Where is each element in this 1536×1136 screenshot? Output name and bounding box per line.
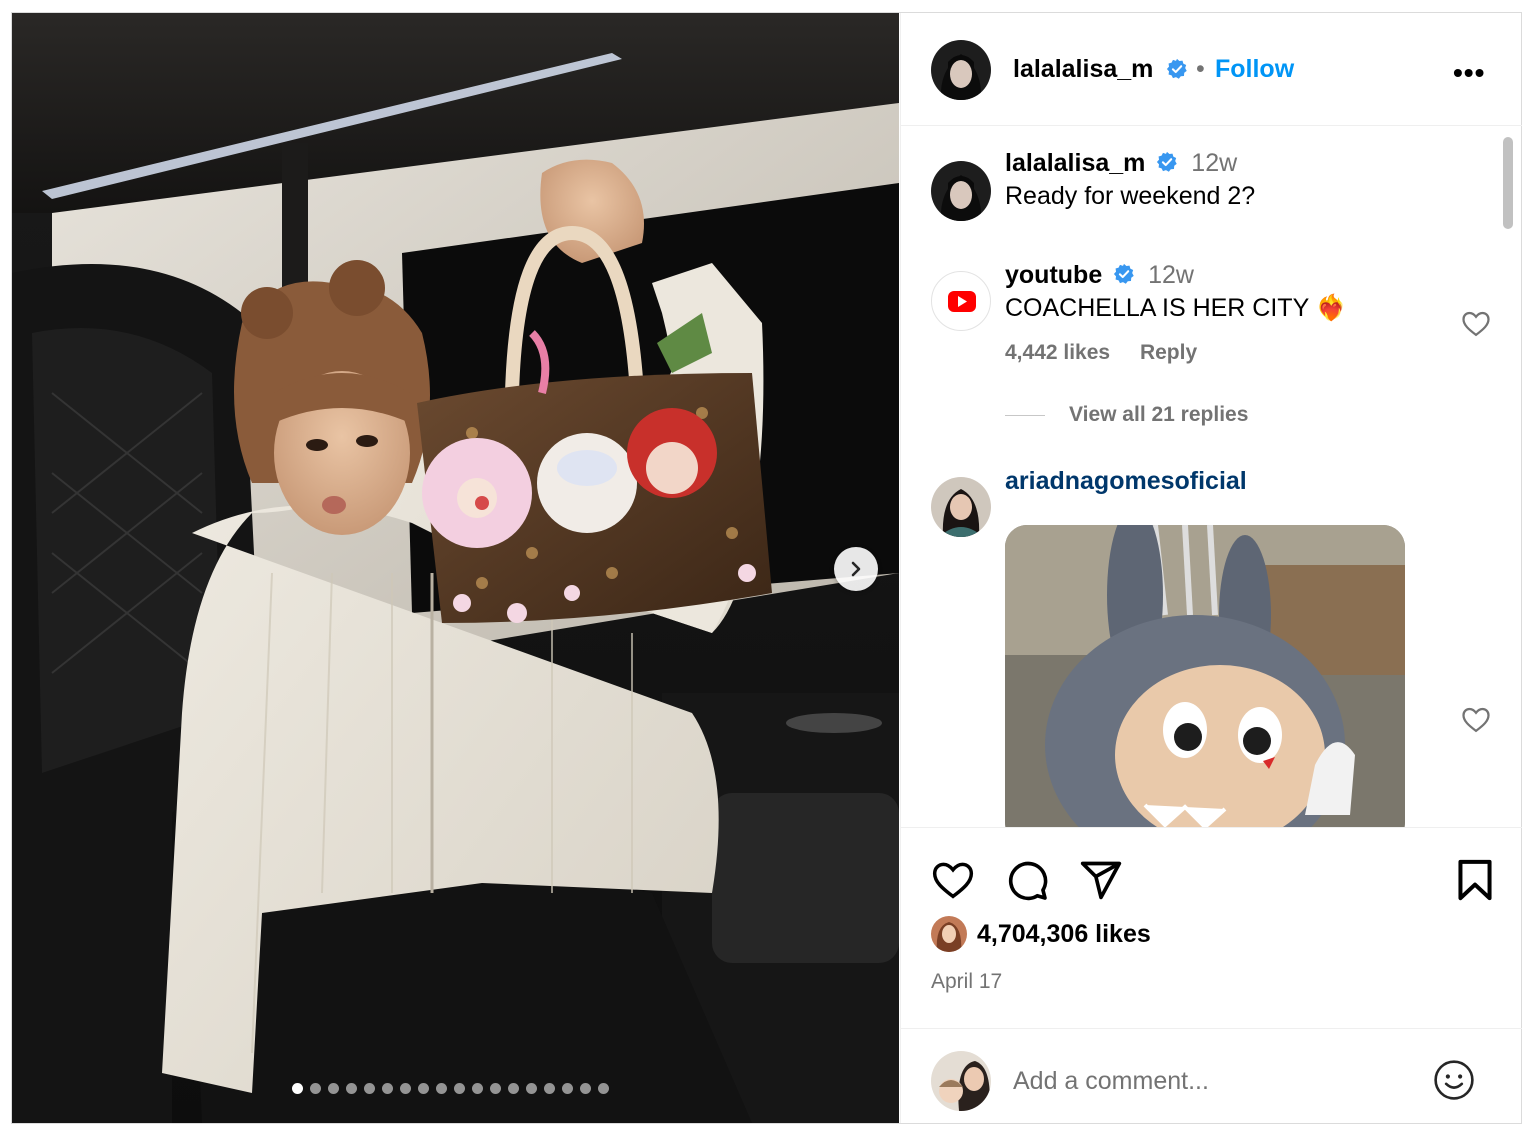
liker-avatar[interactable]: [931, 916, 967, 952]
comment-time[interactable]: 12w: [1148, 261, 1194, 289]
youtube-logo-icon: [948, 291, 976, 312]
comment-meta: 4,442 likes Reply: [1005, 341, 1465, 365]
header-separator: •: [1196, 55, 1205, 83]
post-media[interactable]: [12, 13, 899, 1123]
post-header: lalalalisa_m • Follow •••: [901, 13, 1522, 126]
slide-dot: [418, 1083, 429, 1094]
more-options-icon[interactable]: •••: [1453, 57, 1485, 89]
slide-dot: [526, 1083, 537, 1094]
comment-username[interactable]: youtube: [1005, 261, 1102, 289]
post-actions: 4,704,306 likes April 17: [901, 827, 1522, 1123]
slide-dot: [382, 1083, 393, 1094]
replies-rule: [1005, 414, 1045, 416]
slide-dot: [472, 1083, 483, 1094]
reply-button[interactable]: Reply: [1140, 341, 1197, 364]
emoji-icon[interactable]: [1433, 1059, 1475, 1101]
comment-gif[interactable]: [1005, 525, 1405, 827]
slide-dot: [310, 1083, 321, 1094]
caption-body: lalalalisa_m 12w Ready for weekend 2?: [1005, 149, 1465, 211]
like-comment-icon[interactable]: [1461, 309, 1491, 337]
bookmark-icon[interactable]: [1455, 858, 1495, 902]
caption-avatar[interactable]: [931, 161, 991, 221]
slide-dot: [364, 1083, 375, 1094]
author-username[interactable]: lalalalisa_m: [1013, 55, 1153, 84]
author-avatar[interactable]: [931, 40, 991, 100]
likes-count[interactable]: 4,704,306 likes: [977, 920, 1151, 949]
comments-list[interactable]: lalalalisa_m 12w Ready for weekend 2? yo…: [901, 127, 1522, 827]
comments-scrollbar[interactable]: [1499, 133, 1515, 827]
post-side-panel: lalalalisa_m • Follow ••• lalalalisa_m 1…: [900, 13, 1522, 1123]
comment-icon[interactable]: [1005, 858, 1049, 902]
post-modal: lalalalisa_m • Follow ••• lalalalisa_m 1…: [11, 12, 1522, 1124]
comment-text: COACHELLA IS HER CITY ❤️‍🔥: [1005, 294, 1347, 322]
scrollbar-thumb[interactable]: [1503, 137, 1513, 229]
slide-dot: [292, 1083, 303, 1094]
comment-username[interactable]: ariadnagomesoficial: [1005, 467, 1247, 495]
view-replies-label: View all 21 replies: [1069, 403, 1249, 426]
slide-dot: [544, 1083, 555, 1094]
caption-text: Ready for weekend 2?: [1005, 182, 1256, 210]
next-slide-button[interactable]: [834, 547, 878, 591]
view-replies-button[interactable]: View all 21 replies: [1005, 403, 1248, 427]
slide-indicator: [292, 1083, 609, 1094]
verified-badge-icon: [1114, 264, 1134, 285]
slide-dot: [328, 1083, 339, 1094]
comment-likes[interactable]: 4,442 likes: [1005, 341, 1110, 364]
youtube-avatar[interactable]: [931, 271, 991, 331]
slide-dot: [400, 1083, 411, 1094]
slide-dot: [598, 1083, 609, 1094]
commenter-avatar[interactable]: [931, 477, 991, 537]
slide-dot: [580, 1083, 591, 1094]
caption-username[interactable]: lalalalisa_m: [1005, 149, 1145, 177]
add-comment-input[interactable]: [1013, 1067, 1403, 1096]
heart-icon[interactable]: [931, 858, 975, 900]
comment-body: youtube 12w COACHELLA IS HER CITY ❤️‍🔥 4…: [1005, 261, 1465, 365]
caption-time[interactable]: 12w: [1191, 149, 1237, 177]
share-icon[interactable]: [1079, 858, 1123, 902]
follow-button[interactable]: Follow: [1215, 55, 1294, 84]
slide-dot: [508, 1083, 519, 1094]
post-photo: [12, 13, 899, 1123]
slide-dot: [562, 1083, 573, 1094]
verified-badge-icon: [1157, 152, 1178, 173]
like-comment-icon[interactable]: [1461, 705, 1491, 733]
add-comment-row: [901, 1028, 1522, 1124]
post-date[interactable]: April 17: [931, 970, 1002, 994]
chevron-right-icon: [851, 561, 861, 577]
slide-dot: [436, 1083, 447, 1094]
comment-body: ariadnagomesoficial: [1005, 467, 1465, 496]
verified-badge-icon: [1166, 58, 1187, 79]
likes-row: 4,704,306 likes: [931, 916, 1151, 952]
slide-dot: [346, 1083, 357, 1094]
slide-dot: [490, 1083, 501, 1094]
slide-dot: [454, 1083, 465, 1094]
current-user-avatar: [931, 1051, 991, 1111]
